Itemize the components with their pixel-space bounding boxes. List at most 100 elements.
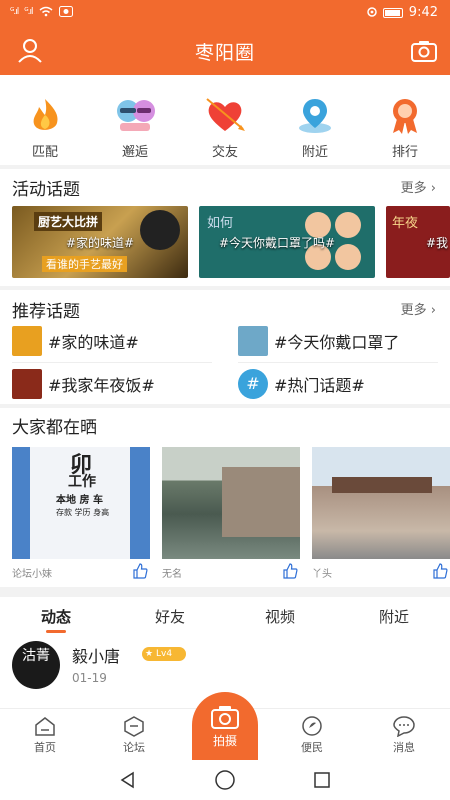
signal-icon: ᴳ.ıl	[24, 6, 33, 17]
home-circle-icon[interactable]	[214, 769, 236, 791]
sign-text: 存款 学历 身高	[56, 508, 110, 517]
roof-illustration	[332, 477, 432, 493]
recommended-topic[interactable]: #我家年夜饭#	[12, 366, 155, 402]
section-divider	[0, 404, 450, 408]
message-icon	[393, 716, 415, 737]
star-icon: ★	[145, 649, 154, 659]
feed-tabs: 动态 好友 视频 附近	[0, 600, 450, 636]
sign-text: 本地 房 车	[56, 495, 103, 506]
nav-label: 论坛	[123, 741, 145, 754]
avatar-text: 沽菁	[22, 648, 50, 664]
level-badge: ★ Lv4	[142, 647, 186, 661]
couple-icon	[117, 100, 155, 131]
activity-more-link[interactable]: 更多 ›	[401, 177, 436, 196]
forum-icon	[124, 716, 144, 737]
chevron-right-icon: ›	[430, 181, 436, 196]
section-divider	[0, 587, 450, 597]
tab-dynamic[interactable]: 动态	[16, 606, 96, 627]
flame-icon	[33, 99, 58, 130]
quick-action-label: 排行	[391, 145, 418, 160]
tab-video[interactable]: 视频	[240, 606, 320, 627]
topic-thumbnail	[238, 326, 268, 356]
photo-author: 无名	[162, 569, 182, 580]
back-icon[interactable]	[118, 770, 138, 790]
camera-icon	[211, 706, 239, 729]
chef-illustration	[140, 210, 180, 250]
nav-label: 首页	[34, 741, 56, 754]
battery-icon	[382, 7, 403, 18]
hashtag-icon: #	[238, 369, 268, 399]
services-icon	[302, 716, 322, 736]
system-nav-bar	[0, 760, 450, 800]
showcase-photo[interactable]	[162, 447, 300, 559]
tab-nearby[interactable]: 附近	[354, 606, 434, 627]
home-icon	[35, 717, 55, 736]
nav-home[interactable]: 首页	[15, 715, 75, 755]
quick-action-match[interactable]: 匹配	[10, 95, 80, 160]
post-username[interactable]: 毅小唐	[72, 643, 120, 667]
activity-card-tag: #家的味道#	[66, 236, 135, 250]
section-divider	[0, 165, 450, 169]
nav-services[interactable]: 便民	[282, 715, 342, 755]
activity-card-caption: 如何	[207, 216, 234, 231]
activity-card[interactable]: 年夜 #我	[386, 206, 450, 278]
topic-label: #家的味道#	[48, 333, 139, 352]
activity-card[interactable]: 如何 #今天你戴口罩了吗#	[199, 206, 375, 278]
active-tab-indicator	[46, 630, 66, 633]
topic-label: #今天你戴口罩了	[274, 333, 400, 352]
building-illustration	[222, 467, 300, 537]
activity-card-tag: #我	[426, 236, 449, 250]
activity-card-caption: 厨艺大比拼	[34, 212, 103, 231]
recommended-more-link[interactable]: 更多 ›	[401, 299, 436, 318]
section-divider	[0, 286, 450, 290]
nav-capture[interactable]: 拍摄	[192, 692, 258, 760]
topic-thumbnail	[12, 326, 42, 356]
activity-card[interactable]: 厨艺大比拼 #家的味道# 看谁的手艺最好	[12, 206, 188, 278]
camera-icon[interactable]	[408, 35, 440, 67]
thumbs-up-icon[interactable]	[132, 563, 148, 579]
quick-action-ranking[interactable]: 排行	[370, 95, 440, 160]
ranking-medal-icon	[393, 99, 417, 134]
showcase-section-title: 大家都在晒	[12, 418, 97, 438]
recommended-topic[interactable]: #今天你戴口罩了	[238, 323, 399, 359]
wifi-icon	[39, 6, 53, 17]
status-time: 9:42	[408, 5, 438, 20]
nav-messages[interactable]: 消息	[374, 715, 434, 755]
post-date: 01-19	[72, 671, 107, 685]
thumbs-up-icon[interactable]	[432, 563, 448, 579]
quick-action-nearby[interactable]: 附近	[280, 95, 350, 160]
more-label: 更多	[400, 303, 427, 318]
row-divider	[12, 362, 212, 363]
recommended-topic[interactable]: #家的味道#	[12, 323, 139, 359]
nav-forum[interactable]: 论坛	[104, 715, 164, 755]
avatar[interactable]: 沽菁	[12, 641, 60, 689]
recommended-topic[interactable]: # #热门话题#	[238, 366, 365, 402]
activity-card-caption: 看谁的手艺最好	[42, 256, 127, 272]
quick-action-encounter[interactable]: 邂逅	[100, 95, 170, 160]
quick-action-friends[interactable]: 交友	[190, 95, 260, 160]
topic-thumbnail	[12, 369, 42, 399]
photo-author: 论坛小妹	[12, 569, 52, 580]
more-label: 更多	[400, 181, 427, 196]
level-text: Lv4	[156, 649, 173, 659]
thumbs-up-icon[interactable]	[282, 563, 298, 579]
row-divider	[238, 362, 438, 363]
showcase-photo[interactable]: 卯 工作 本地 房 车 存款 学历 身高	[12, 447, 150, 559]
notification-icon	[58, 6, 73, 17]
app-bar: 枣阳圈	[0, 25, 450, 75]
page-title: 枣阳圈	[194, 42, 255, 64]
quick-action-label: 邂逅	[121, 145, 148, 160]
sign-text: 工作	[68, 474, 96, 490]
app-root: ᴳ.ıl ᴳ.ıl 9:42 枣阳圈 匹配 邂逅 交友 附近 排行 活动话题 更…	[0, 0, 450, 800]
activity-section-title: 活动话题	[12, 180, 80, 200]
quick-action-label: 匹配	[31, 145, 58, 160]
signal-icon: ᴳ.ıl	[10, 6, 19, 17]
showcase-photo[interactable]	[312, 447, 450, 559]
recommended-section-title: 推荐话题	[12, 302, 80, 322]
heart-arrow-icon	[206, 98, 245, 131]
quick-action-label: 交友	[211, 145, 238, 160]
quick-actions: 匹配 邂逅 交友 附近 排行	[0, 75, 450, 165]
recents-icon[interactable]	[312, 770, 332, 790]
tab-friends[interactable]: 好友	[130, 606, 210, 627]
status-bar: ᴳ.ıl ᴳ.ıl 9:42	[0, 0, 450, 25]
